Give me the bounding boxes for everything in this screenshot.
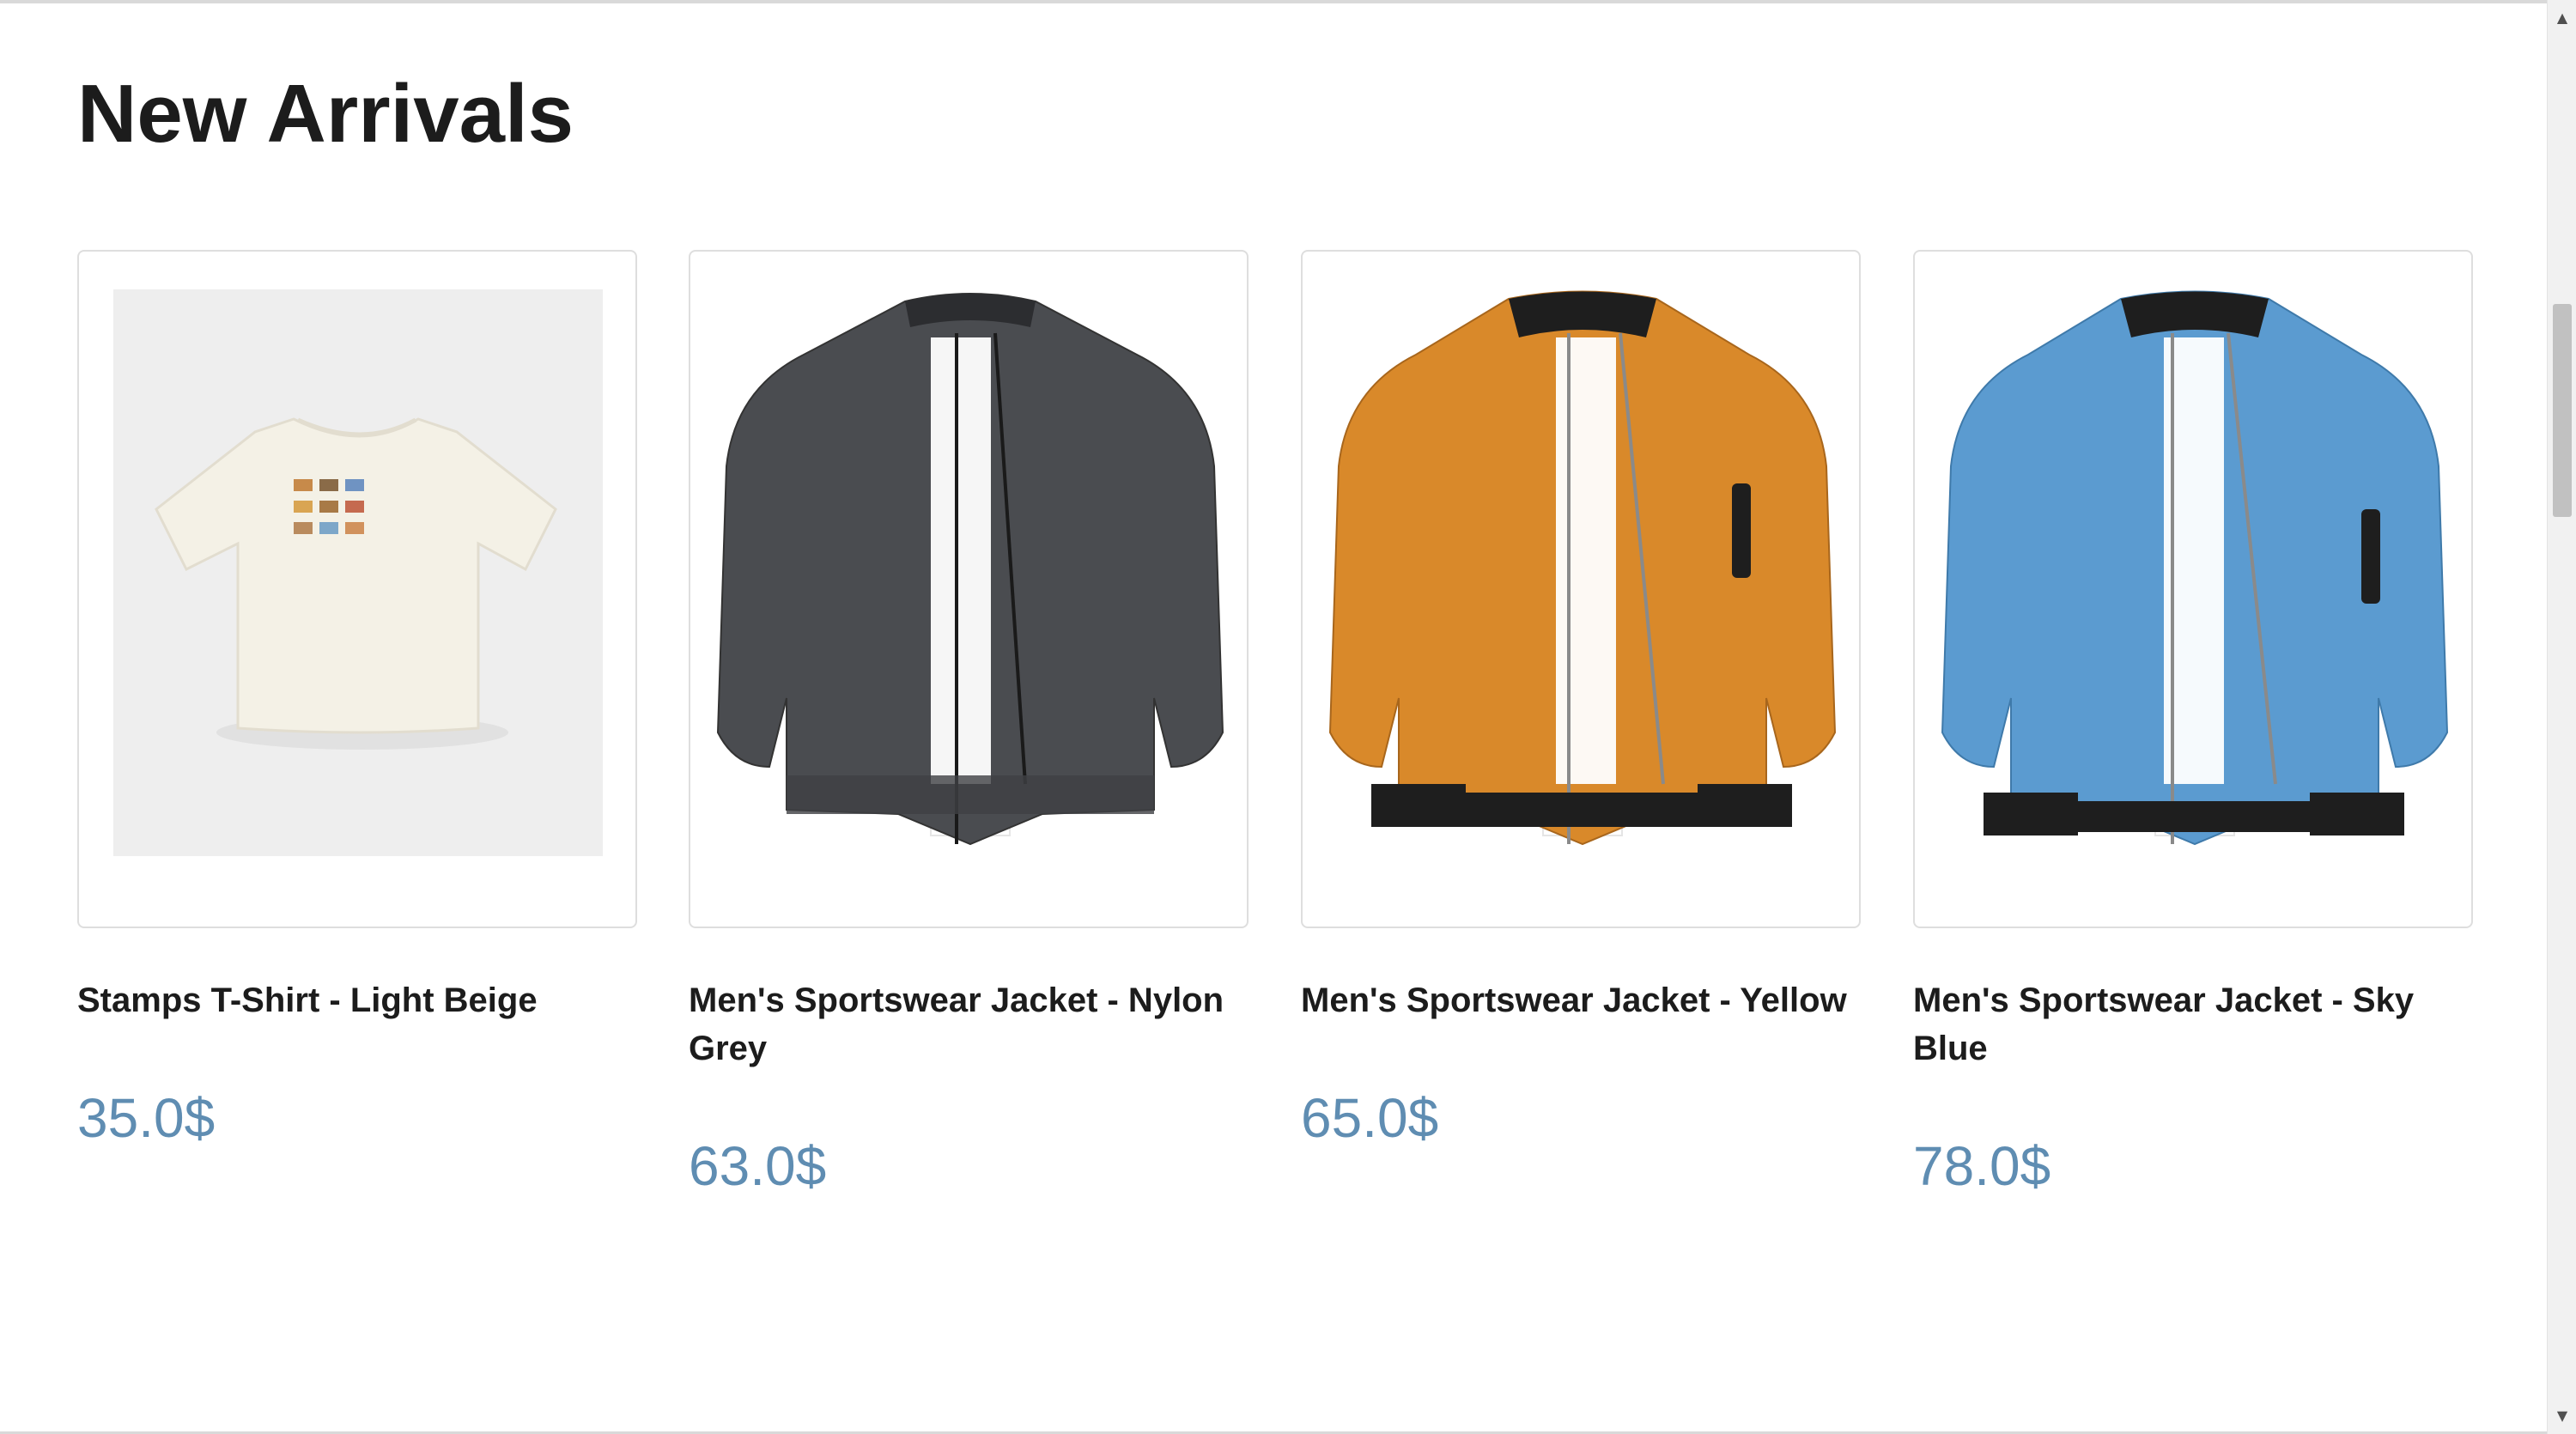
product-image[interactable]	[689, 250, 1249, 928]
product-card[interactable]: Stamps T-Shirt - Light Beige 35.0$	[77, 250, 637, 1150]
arrow-up-icon[interactable]: ▲	[2548, 5, 2576, 31]
jacket-image	[1328, 290, 1837, 846]
product-name[interactable]: Men's Sportswear Jacket - Yellow	[1301, 976, 1859, 1024]
product-card[interactable]: Men's Sportswear Jacket - Nylon Grey 63.…	[689, 250, 1249, 1198]
vertical-scrollbar[interactable]: ▲ ▼	[2547, 0, 2576, 1434]
arrow-down-icon[interactable]: ▼	[2548, 1403, 2576, 1429]
scroll-thumb[interactable]	[2553, 304, 2572, 517]
product-price: 78.0$	[1913, 1135, 2051, 1197]
jacket-image	[1941, 290, 2449, 846]
product-name[interactable]: Men's Sportswear Jacket - Nylon Grey	[689, 976, 1247, 1072]
product-name[interactable]: Men's Sportswear Jacket - Sky Blue	[1913, 976, 2471, 1072]
product-image[interactable]	[77, 250, 637, 928]
product-image[interactable]	[1913, 250, 2473, 928]
product-card[interactable]: Men's Sportswear Jacket - Yellow 65.0$	[1301, 250, 1861, 1150]
product-price: 65.0$	[1301, 1087, 1439, 1149]
product-price: 63.0$	[689, 1135, 827, 1197]
section-title: New Arrivals	[77, 68, 574, 160]
product-name[interactable]: Stamps T-Shirt - Light Beige	[77, 976, 635, 1024]
product-image[interactable]	[1301, 250, 1861, 928]
jacket-image	[716, 293, 1224, 846]
product-price: 35.0$	[77, 1087, 216, 1149]
product-card[interactable]: Men's Sportswear Jacket - Sky Blue 78.0$	[1913, 250, 2473, 1198]
tshirt-image	[113, 289, 603, 856]
page: New Arrivals Stamps T-Shirt - Light Beig…	[0, 0, 2547, 1434]
